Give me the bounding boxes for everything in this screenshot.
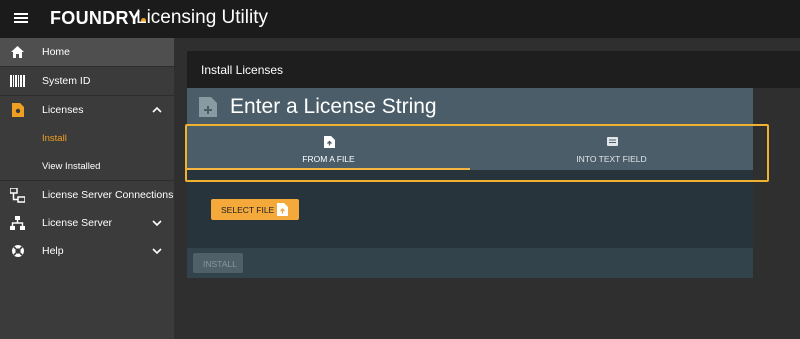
- panel-title: Install Licenses: [201, 63, 284, 77]
- sidebar-item-label: Home: [42, 46, 71, 58]
- sidebar-item-home[interactable]: Home: [0, 38, 174, 66]
- card-footer: [187, 248, 753, 278]
- network-connection-icon: [10, 187, 25, 203]
- sidebar-item-licenses[interactable]: Licenses: [0, 96, 174, 124]
- sidebar-item-view-installed[interactable]: View Installed: [0, 152, 174, 180]
- sidebar-item-label: View Installed: [42, 160, 101, 172]
- select-file-button[interactable]: SELECT FILE: [211, 199, 299, 220]
- sidebar-item-license-server[interactable]: License Server: [0, 209, 174, 237]
- chevron-down-icon: [152, 248, 162, 255]
- file-upload-icon: [277, 203, 288, 216]
- chevron-down-icon: [152, 220, 162, 227]
- brand-name: FOUNDRY: [50, 8, 141, 28]
- server-tree-icon: [10, 216, 25, 230]
- add-file-icon: [199, 97, 217, 117]
- sidebar-item-help[interactable]: Help: [0, 237, 174, 265]
- sidebar-item-install[interactable]: Install: [0, 124, 174, 152]
- sidebar-item-label: Help: [42, 245, 64, 257]
- install-button[interactable]: INSTALL: [193, 253, 243, 273]
- sidebar-item-label: License Server Connections: [42, 189, 174, 201]
- home-icon: [10, 45, 25, 59]
- card-title-row: Enter a License String: [187, 88, 753, 124]
- card-title: Enter a License String: [230, 95, 437, 118]
- select-file-label: SELECT FILE: [221, 205, 275, 215]
- hamburger-menu-icon[interactable]: [12, 9, 30, 27]
- install-label: INSTALL: [203, 259, 237, 269]
- sidebar-item-license-server-connections[interactable]: License Server Connections: [0, 181, 174, 209]
- sidebar: Home System ID Licenses Install View Ins…: [0, 38, 174, 339]
- top-bar: FOUNDRY Licensing Utility: [0, 0, 800, 38]
- tabs-highlight-box: [185, 124, 769, 182]
- sidebar-item-label: Install: [42, 132, 67, 144]
- sidebar-item-label: License Server: [42, 217, 113, 229]
- chevron-up-icon: [152, 106, 162, 113]
- help-lifebuoy-icon: [10, 244, 25, 258]
- sidebar-item-label: Licenses: [42, 104, 84, 116]
- barcode-icon: [10, 74, 25, 88]
- license-file-icon: [10, 103, 25, 117]
- app-title: Licensing Utility: [136, 7, 268, 28]
- panel-header: Install Licenses: [187, 51, 800, 88]
- sidebar-item-system-id[interactable]: System ID: [0, 67, 174, 95]
- brand-logo: FOUNDRY: [50, 8, 147, 28]
- sidebar-item-label: System ID: [42, 75, 91, 87]
